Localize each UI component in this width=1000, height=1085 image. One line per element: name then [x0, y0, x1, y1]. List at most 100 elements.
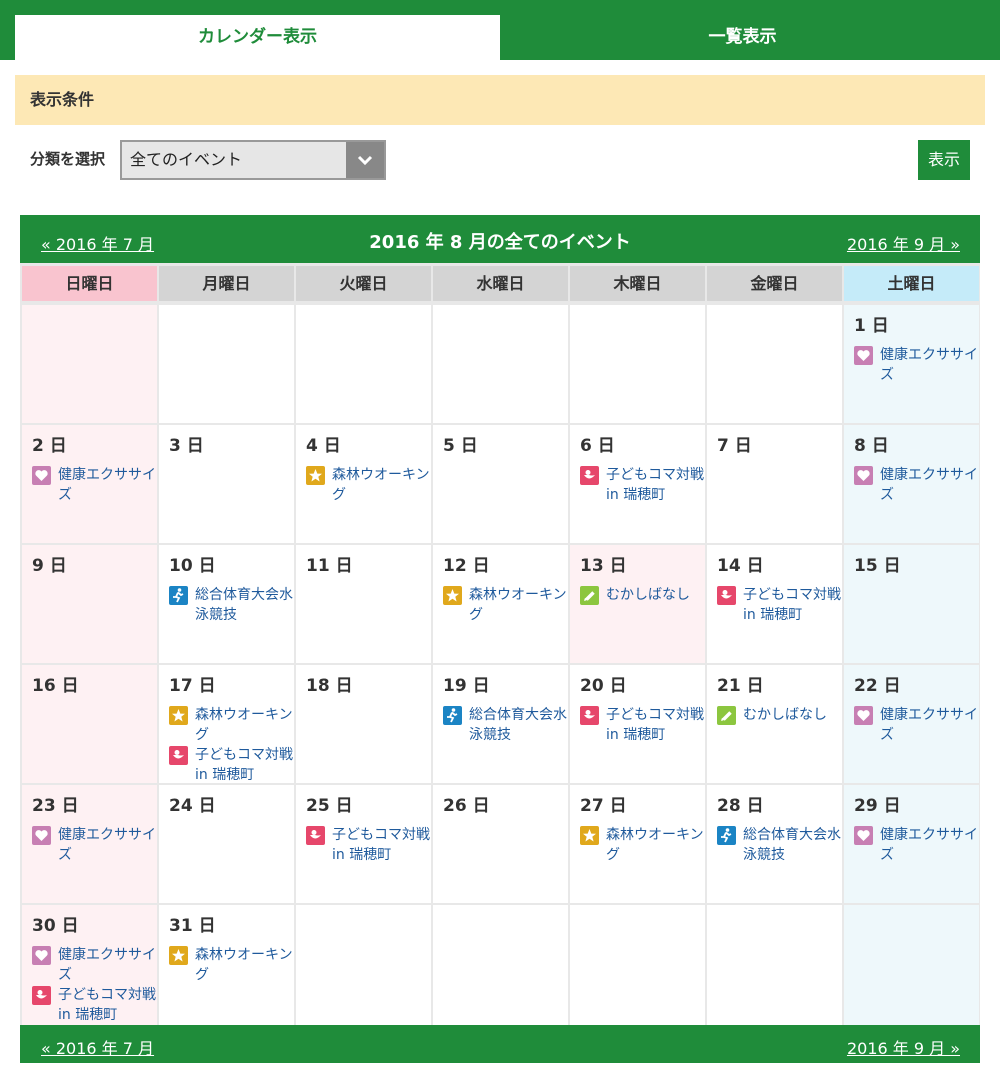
calendar-day-cell: 24 日 — [159, 785, 294, 903]
event-title: 子どもコマ対戦 in 瑞穂町 — [195, 747, 293, 783]
event-link[interactable]: 森林ウオーキング — [443, 585, 569, 625]
calendar-day-cell: 13 日むかしばなし — [570, 545, 705, 663]
calendar-day-cell: 28 日総合体育大会水泳競技 — [707, 785, 842, 903]
event-title: 森林ウオーキング — [332, 467, 430, 503]
event-link[interactable]: 子どもコマ対戦 in 瑞穂町 — [580, 705, 706, 745]
event-title: 子どもコマ対戦 in 瑞穂町 — [332, 827, 430, 863]
day-number: 28 日 — [717, 796, 764, 816]
event-title: 森林ウオーキング — [469, 587, 567, 623]
calendar-title: 2016 年 8 月の全てのイベント — [369, 232, 631, 253]
event-title: 総合体育大会水泳競技 — [469, 707, 567, 743]
day-number: 5 日 — [443, 436, 478, 456]
calendar-day-cell: 14 日子どもコマ対戦 in 瑞穂町 — [707, 545, 842, 663]
event-link[interactable]: 健康エクササイズ — [854, 465, 980, 505]
category-select[interactable]: 全てのイベント — [120, 140, 386, 180]
category-label: 分類を選択 — [30, 150, 106, 168]
event-link[interactable]: 子どもコマ対戦 in 瑞穂町 — [717, 585, 843, 625]
weekday-header: 木曜日 — [570, 266, 705, 301]
day-number: 2 日 — [32, 436, 67, 456]
calendar-day-cell: 29 日健康エクササイズ — [844, 785, 979, 903]
day-number: 11 日 — [306, 556, 353, 576]
day-number: 10 日 — [169, 556, 216, 576]
event-link[interactable]: 子どもコマ対戦 in 瑞穂町 — [32, 985, 158, 1025]
calendar-day-cell — [707, 305, 842, 423]
calendar-day-cell — [296, 905, 431, 1027]
event-link[interactable]: 森林ウオーキング — [580, 825, 706, 865]
day-number: 14 日 — [717, 556, 764, 576]
event-link[interactable]: 健康エクササイズ — [32, 825, 158, 865]
event-link[interactable]: 森林ウオーキング — [169, 945, 295, 985]
tab-calendar[interactable]: カレンダー表示 — [15, 15, 500, 60]
day-number: 3 日 — [169, 436, 204, 456]
event-title: 健康エクササイズ — [880, 467, 978, 503]
calendar-day-cell: 26 日 — [433, 785, 568, 903]
day-number: 6 日 — [580, 436, 615, 456]
day-number: 29 日 — [854, 796, 901, 816]
event-link[interactable]: 子どもコマ対戦 in 瑞穂町 — [580, 465, 706, 505]
calendar-day-cell: 6 日子どもコマ対戦 in 瑞穂町 — [570, 425, 705, 543]
day-number: 31 日 — [169, 916, 216, 936]
event-link[interactable]: 森林ウオーキング — [169, 705, 295, 745]
prev-month-link-bottom[interactable]: « 2016 年 7 月 — [41, 1035, 154, 1059]
event-link[interactable]: 健康エクササイズ — [854, 345, 980, 385]
calendar-day-cell: 19 日総合体育大会水泳競技 — [433, 665, 568, 783]
category-select-value: 全てのイベント — [130, 150, 243, 169]
event-link[interactable]: 森林ウオーキング — [306, 465, 432, 505]
calendar-day-cell: 25 日子どもコマ対戦 in 瑞穂町 — [296, 785, 431, 903]
event-title: 健康エクササイズ — [58, 467, 156, 503]
star-icon — [580, 826, 599, 845]
conditions-header: 表示条件 — [15, 75, 985, 125]
event-link[interactable]: 健康エクササイズ — [32, 945, 158, 985]
event-link[interactable]: 健康エクササイズ — [854, 705, 980, 745]
show-button[interactable]: 表示 — [918, 140, 970, 180]
event-title: 総合体育大会水泳競技 — [743, 827, 841, 863]
event-link[interactable]: 総合体育大会水泳競技 — [443, 705, 569, 745]
event-link[interactable]: 総合体育大会水泳競技 — [169, 585, 295, 625]
calendar-day-cell: 16 日 — [22, 665, 157, 783]
calendar-day-cell — [159, 305, 294, 423]
calendar-day-cell: 10 日総合体育大会水泳競技 — [159, 545, 294, 663]
calendar-day-cell: 27 日森林ウオーキング — [570, 785, 705, 903]
heart-icon — [854, 826, 873, 845]
day-number: 15 日 — [854, 556, 901, 576]
event-title: 森林ウオーキング — [195, 947, 293, 983]
tab-list[interactable]: 一覧表示 — [500, 15, 985, 60]
day-number: 26 日 — [443, 796, 490, 816]
calendar-day-cell: 30 日健康エクササイズ 子どもコマ対戦 in 瑞穂町 — [22, 905, 157, 1027]
event-title: 健康エクササイズ — [58, 827, 156, 863]
event-title: 森林ウオーキング — [606, 827, 704, 863]
runner-icon — [443, 706, 462, 725]
event-link[interactable]: 総合体育大会水泳競技 — [717, 825, 843, 865]
event-link[interactable]: 健康エクササイズ — [854, 825, 980, 865]
day-number: 30 日 — [32, 916, 79, 936]
calendar-day-cell: 1 日健康エクササイズ — [844, 305, 979, 423]
event-link[interactable]: 健康エクササイズ — [32, 465, 158, 505]
event-link[interactable]: 子どもコマ対戦 in 瑞穂町 — [306, 825, 432, 865]
event-link[interactable]: むかしばなし — [580, 585, 706, 605]
event-link[interactable]: むかしばなし — [717, 705, 843, 725]
day-number: 27 日 — [580, 796, 627, 816]
weekday-header: 金曜日 — [707, 266, 842, 301]
event-title: むかしばなし — [743, 707, 827, 723]
event-title: 子どもコマ対戦 in 瑞穂町 — [743, 587, 841, 623]
calendar-day-cell — [433, 305, 568, 423]
chevron-down-icon — [346, 142, 384, 178]
heart-icon — [32, 946, 51, 965]
event-title: 子どもコマ対戦 in 瑞穂町 — [58, 987, 156, 1023]
event-link[interactable]: 子どもコマ対戦 in 瑞穂町 — [169, 745, 295, 785]
event-title: 健康エクササイズ — [880, 347, 978, 383]
calendar-day-cell: 3 日 — [159, 425, 294, 543]
bird-icon — [580, 706, 599, 725]
calendar-day-cell: 7 日 — [707, 425, 842, 543]
next-month-link[interactable]: 2016 年 9 月 » — [847, 231, 960, 255]
next-month-link-bottom[interactable]: 2016 年 9 月 » — [847, 1035, 960, 1059]
bird-icon — [580, 466, 599, 485]
heart-icon — [32, 826, 51, 845]
heart-icon — [854, 706, 873, 725]
day-number: 21 日 — [717, 676, 764, 696]
calendar-day-cell: 8 日健康エクササイズ — [844, 425, 979, 543]
day-number: 16 日 — [32, 676, 79, 696]
calendar-day-cell: 12 日森林ウオーキング — [433, 545, 568, 663]
event-title: 総合体育大会水泳競技 — [195, 587, 293, 623]
event-title: むかしばなし — [606, 587, 690, 603]
